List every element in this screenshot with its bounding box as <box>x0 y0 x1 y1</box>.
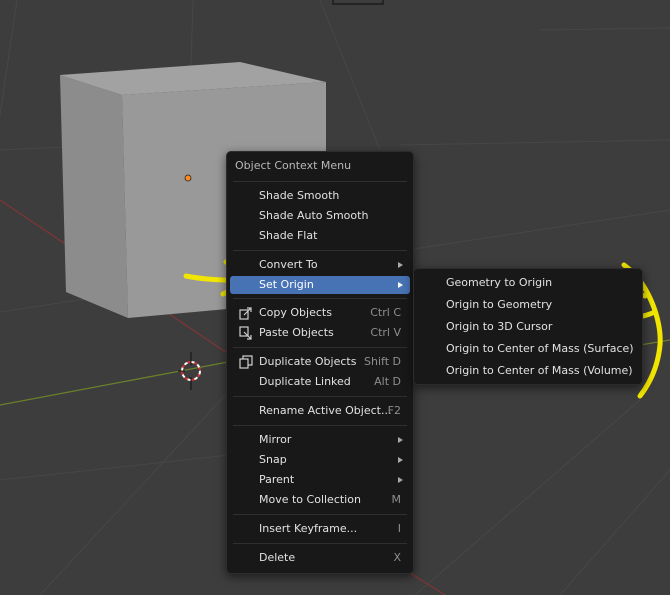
submenu-arrow-icon <box>398 437 403 443</box>
menu-separator <box>233 543 407 544</box>
menu-item-label: Convert To <box>259 258 318 271</box>
menu-item-parent[interactable]: Parent <box>230 471 410 489</box>
menu-item-shade-smooth[interactable]: Shade Smooth <box>230 187 410 205</box>
menu-item-shortcut: X <box>393 551 401 564</box>
camera-object <box>332 0 384 5</box>
menu-item-shade-auto-smooth[interactable]: Shade Auto Smooth <box>230 207 410 225</box>
menu-separator <box>233 298 407 299</box>
x-axis-line-lower <box>409 572 446 595</box>
submenu-arrow-icon <box>398 282 403 288</box>
menu-item-shortcut: Ctrl C <box>370 306 401 319</box>
menu-separator <box>233 181 407 182</box>
3d-cursor-icon <box>178 352 201 390</box>
submenu-item-origin-to-center-of-mass-volume[interactable]: Origin to Center of Mass (Volume) <box>417 362 639 380</box>
set-origin-submenu: Geometry to Origin Origin to Geometry Or… <box>413 268 643 385</box>
menu-item-shortcut: I <box>397 522 401 535</box>
menu-item-label: Mirror <box>259 433 292 446</box>
submenu-item-origin-to-center-of-mass-surface[interactable]: Origin to Center of Mass (Surface) <box>417 340 639 358</box>
menu-item-duplicate-linked[interactable]: Duplicate Linked Alt D <box>230 373 410 391</box>
menu-item-insert-keyframe[interactable]: Insert Keyframe... I <box>230 520 410 538</box>
menu-item-label: Parent <box>259 473 295 486</box>
menu-item-label: Duplicate Objects <box>259 355 357 368</box>
paste-icon <box>239 326 252 340</box>
menu-item-shortcut: M <box>391 493 402 506</box>
menu-item-shade-flat[interactable]: Shade Flat <box>230 227 410 245</box>
submenu-item-label: Origin to Center of Mass (Volume) <box>446 364 633 377</box>
menu-item-shortcut: Alt D <box>374 375 401 388</box>
menu-item-mirror[interactable]: Mirror <box>230 431 410 449</box>
submenu-item-label: Geometry to Origin <box>446 276 553 289</box>
menu-item-label: Shade Smooth <box>259 189 340 202</box>
submenu-arrow-icon <box>398 477 403 483</box>
menu-item-shortcut: F2 <box>387 404 401 417</box>
y-axis-line-right <box>639 339 670 346</box>
menu-item-duplicate-objects[interactable]: Duplicate Objects Shift D <box>230 353 410 371</box>
menu-item-label: Duplicate Linked <box>259 375 351 388</box>
menu-item-shortcut: Shift D <box>364 355 401 368</box>
menu-item-label: Move to Collection <box>259 493 361 506</box>
menu-item-label: Snap <box>259 453 287 466</box>
duplicate-icon <box>239 355 253 369</box>
submenu-arrow-icon <box>398 262 403 268</box>
menu-item-move-to-collection[interactable]: Move to Collection M <box>230 491 410 509</box>
menu-item-delete[interactable]: Delete X <box>230 549 410 567</box>
submenu-arrow-icon <box>398 457 403 463</box>
menu-item-label: Shade Auto Smooth <box>259 209 369 222</box>
menu-separator <box>233 514 407 515</box>
menu-title: Object Context Menu <box>235 159 352 172</box>
menu-item-label: Insert Keyframe... <box>259 522 358 535</box>
menu-item-label: Rename Active Object... <box>259 404 392 417</box>
submenu-item-label: Origin to Geometry <box>446 298 553 311</box>
menu-item-label: Copy Objects <box>259 306 332 319</box>
submenu-item-origin-to-3d-cursor[interactable]: Origin to 3D Cursor <box>417 318 639 336</box>
submenu-item-geometry-to-origin[interactable]: Geometry to Origin <box>417 274 639 292</box>
menu-item-rename-active-object[interactable]: Rename Active Object... F2 <box>230 402 410 420</box>
menu-item-shortcut: Ctrl V <box>370 326 401 339</box>
menu-separator <box>233 396 407 397</box>
menu-item-copy-objects[interactable]: Copy Objects Ctrl C <box>230 304 410 322</box>
menu-item-label: Delete <box>259 551 296 564</box>
menu-item-label: Paste Objects <box>259 326 334 339</box>
menu-separator <box>233 425 407 426</box>
copy-icon <box>239 307 252 320</box>
object-context-menu: Object Context Menu Shade Smooth Shade A… <box>226 151 414 574</box>
menu-item-paste-objects[interactable]: Paste Objects Ctrl V <box>230 324 410 342</box>
menu-item-set-origin[interactable]: Set Origin <box>230 276 410 294</box>
origin-dot <box>184 174 192 182</box>
y-axis-line <box>0 361 229 406</box>
menu-separator <box>233 250 407 251</box>
menu-item-label: Set Origin <box>259 278 314 291</box>
submenu-item-label: Origin to Center of Mass (Surface) <box>446 342 634 355</box>
menu-item-label: Shade Flat <box>259 229 318 242</box>
menu-item-convert-to[interactable]: Convert To <box>230 256 410 274</box>
submenu-item-label: Origin to 3D Cursor <box>446 320 553 333</box>
menu-separator <box>233 347 407 348</box>
menu-item-snap[interactable]: Snap <box>230 451 410 469</box>
submenu-item-origin-to-geometry[interactable]: Origin to Geometry <box>417 296 639 314</box>
